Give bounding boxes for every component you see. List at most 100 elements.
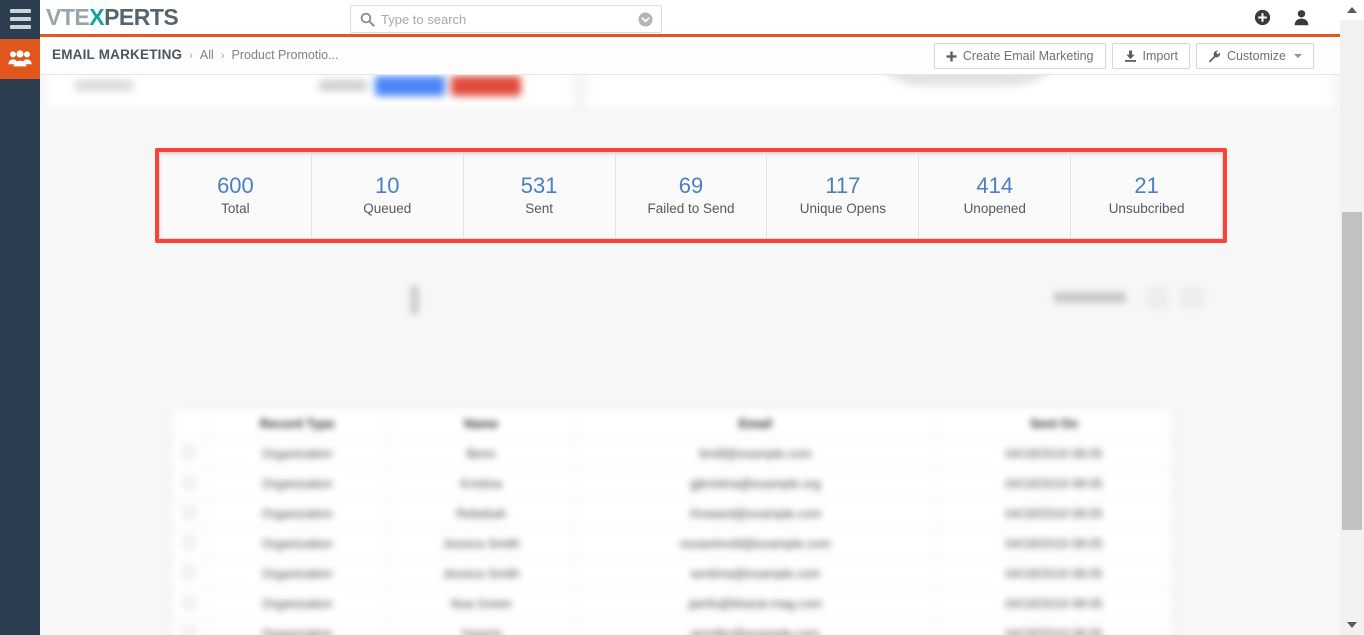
header-icon-group — [1254, 9, 1310, 31]
cell-record-type: Organization — [205, 468, 389, 499]
recipients-table-body: Organization Benn bmill@example.com 04/1… — [172, 438, 1173, 635]
row-checkbox-cell[interactable] — [172, 558, 207, 589]
hamburger-bar — [9, 16, 31, 21]
stat-cell-unopened[interactable]: 414 Unopened — [919, 153, 1072, 238]
stat-label: Queued — [363, 201, 412, 217]
select-all-header[interactable] — [172, 408, 207, 439]
column-header-sent-on[interactable]: Sent On — [935, 408, 1173, 439]
previous-page-button[interactable] — [1148, 288, 1168, 308]
vtexperts-logo[interactable]: VTEXPERTS — [46, 4, 179, 31]
column-header-record-type[interactable]: Record Type — [205, 408, 389, 439]
scrollbar-track[interactable] — [1340, 20, 1364, 212]
cell-name: Jessica Smith — [387, 558, 576, 589]
cell-name: Rebekah — [387, 498, 576, 529]
create-email-marketing-button[interactable]: Create Email Marketing — [933, 43, 1106, 69]
cell-email: essanimold@example.com — [574, 528, 937, 559]
stat-label: Sent — [525, 201, 554, 217]
page-scrollbar[interactable] — [1340, 0, 1364, 635]
table-toolbar — [170, 280, 1218, 322]
cell-sent-on: 04/18/2019 08:05 — [935, 498, 1173, 529]
table-row[interactable]: Organization Kristina gjkristina@example… — [172, 468, 1173, 499]
checkbox-icon[interactable] — [184, 506, 195, 518]
table-row[interactable]: Organization Jessica Smith senlima@examp… — [172, 558, 1173, 589]
table-header-row: Record Type Name Email Sent On — [172, 408, 1173, 439]
row-checkbox-cell[interactable] — [172, 498, 207, 529]
breadcrumb-bar: EMAIL MARKETING › All › Product Promotio… — [40, 37, 1340, 75]
obscured-primary-button[interactable] — [375, 76, 445, 96]
search-input[interactable] — [381, 6, 631, 32]
left-rail — [0, 0, 40, 635]
stat-cell-sent[interactable]: 531 Sent — [464, 153, 616, 238]
checkbox-icon[interactable] — [184, 626, 195, 635]
obscured-summary-panels — [46, 75, 1334, 115]
next-page-button[interactable] — [1182, 288, 1202, 308]
cell-email: rhoward@example.com — [574, 498, 937, 529]
add-circle-icon[interactable] — [1254, 9, 1271, 31]
checkbox-icon[interactable] — [184, 446, 195, 458]
cell-sent-on: 04/18/2019 08:05 — [935, 588, 1173, 619]
breadcrumb-folder[interactable]: All — [200, 48, 214, 62]
scroll-down-arrow[interactable] — [1340, 615, 1364, 635]
obscured-toolbar-icon[interactable] — [410, 286, 419, 314]
cell-record-type: Organization — [205, 438, 389, 469]
cell-name: Benn — [387, 438, 576, 469]
stat-cell-total[interactable]: 600 Total — [160, 153, 312, 238]
chevron-down-circle-icon[interactable] — [638, 12, 653, 32]
import-button[interactable]: Import — [1111, 43, 1190, 69]
breadcrumb-current: Product Promotio... — [231, 48, 339, 62]
table-row[interactable]: Organization Benn bmill@example.com 04/1… — [172, 438, 1173, 469]
cell-name: Kristina — [387, 468, 576, 499]
cell-sent-on: 04/18/2019 08:05 — [935, 468, 1173, 499]
table-row[interactable]: Organization Yasemi jennifer@example.com… — [172, 618, 1173, 635]
cell-email: jennifer@example.com — [574, 618, 937, 635]
row-checkbox-cell[interactable] — [172, 588, 207, 619]
table-row[interactable]: Organization Rebekah rhoward@example.com… — [172, 498, 1173, 529]
hamburger-bar — [9, 24, 31, 29]
customize-button[interactable]: Customize — [1195, 43, 1314, 69]
stat-value: 600 — [217, 173, 254, 199]
obscured-text — [75, 80, 133, 91]
obscured-chart-card — [586, 75, 1334, 109]
scroll-up-arrow[interactable] — [1340, 0, 1364, 20]
logo-text-x: X — [89, 4, 105, 30]
checkbox-icon[interactable] — [184, 476, 195, 488]
import-label: Import — [1142, 49, 1178, 63]
column-header-email[interactable]: Email — [574, 408, 937, 439]
global-search[interactable] — [350, 5, 662, 33]
stat-cell-unique-opens[interactable]: 117 Unique Opens — [767, 153, 920, 238]
checkbox-icon[interactable] — [184, 596, 195, 608]
search-icon — [360, 12, 375, 32]
cell-name: Noa Green — [387, 588, 576, 619]
page-body: 600 Total 10 Queued 531 Sent 69 Failed t… — [40, 75, 1340, 635]
row-checkbox-cell[interactable] — [172, 438, 207, 469]
chevron-down-icon — [1294, 54, 1302, 58]
row-checkbox-cell[interactable] — [172, 618, 207, 635]
stat-cell-unsubscribed[interactable]: 21 Unsubcribed — [1071, 153, 1222, 238]
stat-label: Total — [221, 201, 250, 217]
logo-text-part1: VTE — [46, 4, 90, 30]
breadcrumb-separator-icon: › — [220, 50, 225, 62]
row-checkbox-cell[interactable] — [172, 468, 207, 499]
stat-label: Failed to Send — [647, 201, 735, 217]
obscured-danger-button[interactable] — [451, 76, 521, 96]
scrollbar-thumb[interactable] — [1342, 212, 1362, 530]
wrench-icon — [1208, 50, 1221, 63]
obscured-text — [319, 80, 367, 91]
hamburger-icon[interactable] — [0, 0, 40, 37]
cell-record-type: Organization — [205, 528, 389, 559]
contacts-group-icon[interactable] — [0, 39, 40, 79]
stat-cell-failed-to-send[interactable]: 69 Failed to Send — [616, 153, 768, 238]
checkbox-icon[interactable] — [184, 536, 195, 548]
stat-cell-queued[interactable]: 10 Queued — [312, 153, 464, 238]
table-row[interactable]: Organization Jessica Smith essanimold@ex… — [172, 528, 1173, 559]
cell-sent-on: 04/18/2019 08:05 — [935, 528, 1173, 559]
user-account-icon[interactable] — [1293, 9, 1310, 31]
stat-value: 117 — [825, 173, 861, 199]
row-checkbox-cell[interactable] — [172, 528, 207, 559]
cell-record-type: Organization — [205, 588, 389, 619]
table-row[interactable]: Organization Noa Green jainfo@bharat-mag… — [172, 588, 1173, 619]
checkbox-icon[interactable] — [184, 566, 195, 578]
column-header-name[interactable]: Name — [387, 408, 576, 439]
breadcrumb-module[interactable]: EMAIL MARKETING — [52, 47, 182, 62]
cell-email: bmill@example.com — [574, 438, 937, 469]
